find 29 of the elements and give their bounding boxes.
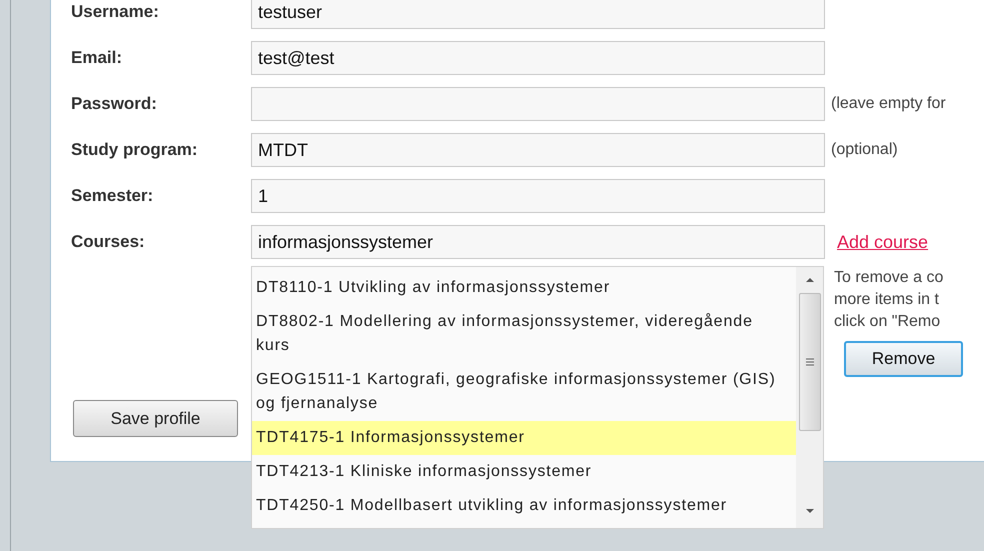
- input-field[interactable]: MTDT: [251, 133, 825, 167]
- input-field[interactable]: [251, 87, 825, 121]
- suggestion-item[interactable]: DT8802-1 Modellering av informasjonssystemer, videregående kurs: [252, 305, 796, 363]
- input-field[interactable]: test@test: [251, 41, 825, 75]
- help-text: To remove a co more items in t click on "Remo: [834, 268, 944, 332]
- field-label: Study program:: [71, 139, 199, 162]
- suggestion-item[interactable]: TDT4250-1 Modellbasert utvikling av informasjonssystemer: [252, 489, 796, 523]
- remove-button[interactable]: Remove: [844, 341, 963, 377]
- input-field[interactable]: 1: [251, 179, 825, 213]
- add-course-link[interactable]: Add course: [837, 228, 928, 256]
- course-search-field[interactable]: informasjonssystemer: [251, 225, 825, 259]
- scrollbar[interactable]: [796, 267, 823, 528]
- scroll-down-icon[interactable]: [804, 508, 814, 514]
- scroll-up-icon[interactable]: [804, 277, 814, 283]
- field-label: Courses:: [71, 231, 146, 254]
- field-note: (optional): [831, 140, 898, 160]
- suggestion-item[interactable]: DT8110-1 Utvikling av informasjonssystemer: [252, 271, 796, 305]
- field-note: (leave empty for: [831, 94, 946, 114]
- grip-icon: [804, 358, 814, 366]
- field-label: Semester:: [71, 185, 154, 208]
- suggestion-item[interactable]: TDT4175-1 Informasjonssystemer: [252, 421, 796, 455]
- field-label: Username:: [71, 1, 160, 24]
- field-label: Password:: [71, 93, 158, 116]
- scroll-thumb[interactable]: [798, 293, 820, 431]
- input-field[interactable]: testuser: [251, 0, 825, 29]
- save-profile-button[interactable]: Save profile: [73, 400, 238, 437]
- suggestion-item[interactable]: TDT4213-1 Kliniske informasjonssystemer: [252, 455, 796, 489]
- suggestion-item[interactable]: GEOG1511-1 Kartografi, geografiske informasjonssystemer (GIS) og fjernanalyse: [252, 363, 796, 421]
- field-label: Email:: [71, 47, 124, 70]
